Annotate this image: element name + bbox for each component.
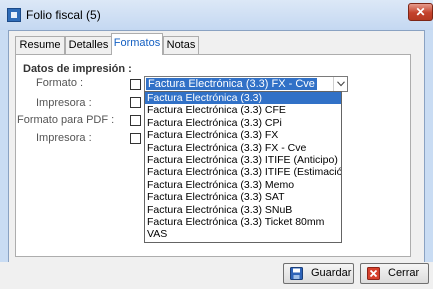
formato-checkbox[interactable] — [130, 79, 141, 90]
dropdown-option[interactable]: Factura Electrónica (3.3) — [145, 92, 341, 105]
combo-dropdown-button[interactable] — [333, 77, 347, 91]
guardar-button[interactable]: Guardar — [283, 263, 354, 284]
save-icon — [290, 267, 303, 280]
tab-resume[interactable]: Resume — [15, 36, 65, 54]
formato-dropdown-list[interactable]: Factura Electrónica (3.3) Factura Electr… — [144, 91, 342, 243]
close-icon — [367, 267, 380, 280]
impresora-checkbox[interactable] — [130, 97, 141, 108]
impresora-pdf-label: Impresora : — [36, 132, 92, 144]
tab-formatos[interactable]: Formatos — [111, 33, 163, 55]
dropdown-option[interactable]: Factura Electrónica (3.3) Ticket 80mm — [145, 216, 341, 228]
dialog-window: Folio fiscal (5) ✕ Resume Detalles Forma… — [0, 0, 433, 289]
dropdown-option[interactable]: Factura Electrónica (3.3) SNuB — [145, 204, 341, 216]
close-window-button[interactable]: ✕ — [408, 3, 433, 21]
dropdown-option[interactable]: VAS — [145, 228, 341, 240]
dropdown-option[interactable]: Factura Electrónica (3.3) CPi — [145, 117, 341, 129]
tab-detalles[interactable]: Detalles — [65, 36, 112, 54]
window-title: Folio fiscal (5) — [26, 8, 101, 22]
dropdown-option[interactable]: Factura Electrónica (3.3) FX - Cve — [145, 142, 341, 154]
impresora-label: Impresora : — [36, 97, 92, 109]
guardar-label: Guardar — [311, 267, 352, 279]
cerrar-button[interactable]: Cerrar — [360, 263, 429, 284]
formato-pdf-label: Formato para PDF : — [17, 114, 115, 126]
dropdown-option[interactable]: Factura Electrónica (3.3) ITIFE (Estimac… — [145, 166, 341, 178]
formato-selected-value: Factura Electrónica (3.3) FX - Cve — [146, 78, 317, 90]
chevron-down-icon — [337, 81, 345, 87]
tab-notas[interactable]: Notas — [163, 36, 199, 54]
app-icon — [7, 8, 21, 22]
formato-label: Formato : — [36, 77, 84, 89]
formato-combobox[interactable]: Factura Electrónica (3.3) FX - Cve — [144, 76, 348, 92]
section-title: Datos de impresión : — [23, 63, 132, 75]
tab-strip: Resume Detalles Formatos Notas — [9, 33, 424, 55]
cerrar-label: Cerrar — [388, 267, 420, 279]
dropdown-option[interactable]: Factura Electrónica (3.3) Memo — [145, 179, 341, 191]
impresora-pdf-checkbox[interactable] — [130, 133, 141, 144]
dropdown-option[interactable]: Factura Electrónica (3.3) FX — [145, 129, 341, 141]
title-bar[interactable]: Folio fiscal (5) ✕ — [0, 0, 433, 30]
dropdown-option[interactable]: Factura Electrónica (3.3) SAT — [145, 191, 341, 203]
dropdown-option[interactable]: Factura Electrónica (3.3) CFE — [145, 104, 341, 116]
formato-pdf-checkbox[interactable] — [130, 115, 141, 126]
dropdown-option[interactable]: Factura Electrónica (3.3) ITIFE (Anticip… — [145, 154, 341, 166]
